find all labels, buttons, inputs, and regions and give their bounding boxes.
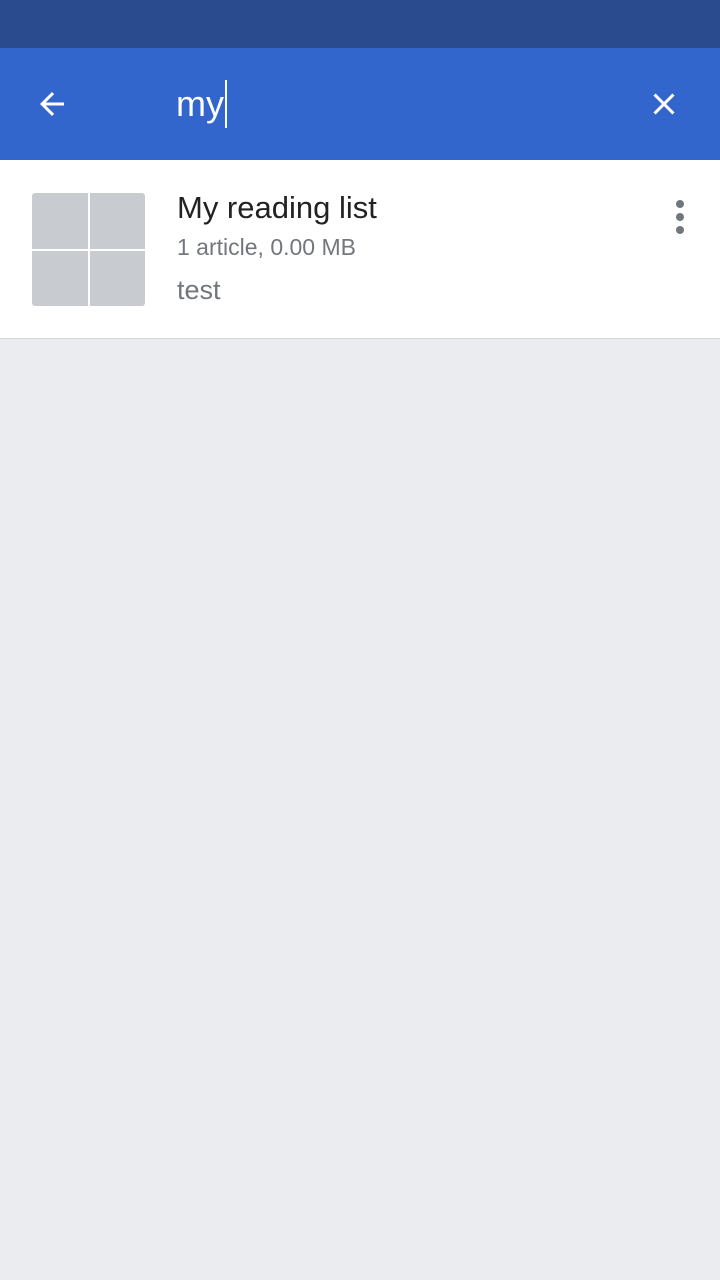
search-input[interactable]: my: [176, 78, 616, 130]
arrow-left-icon: [40, 92, 64, 116]
status-bar: [0, 0, 720, 48]
text-caret: [225, 80, 227, 128]
thumbnail-tile: [89, 250, 145, 306]
thumbnail-tile: [32, 193, 88, 249]
list-overflow-menu-button[interactable]: [656, 188, 704, 248]
list-title: My reading list: [177, 190, 377, 225]
reading-lists-results: My reading list 1 article, 0.00 MB test: [0, 160, 720, 339]
reading-list-thumbnail: [32, 193, 145, 306]
clear-search-button[interactable]: [632, 72, 696, 136]
list-item[interactable]: My reading list 1 article, 0.00 MB test: [0, 160, 720, 339]
search-toolbar: my: [0, 48, 720, 160]
more-vertical-icon: [676, 200, 684, 234]
list-description: test: [177, 275, 221, 305]
search-input-value: my: [176, 83, 224, 124]
back-button[interactable]: [20, 72, 84, 136]
close-icon: [653, 93, 675, 115]
list-meta: 1 article, 0.00 MB: [177, 234, 356, 260]
thumbnail-tile: [89, 193, 145, 249]
thumbnail-tile: [32, 250, 88, 306]
